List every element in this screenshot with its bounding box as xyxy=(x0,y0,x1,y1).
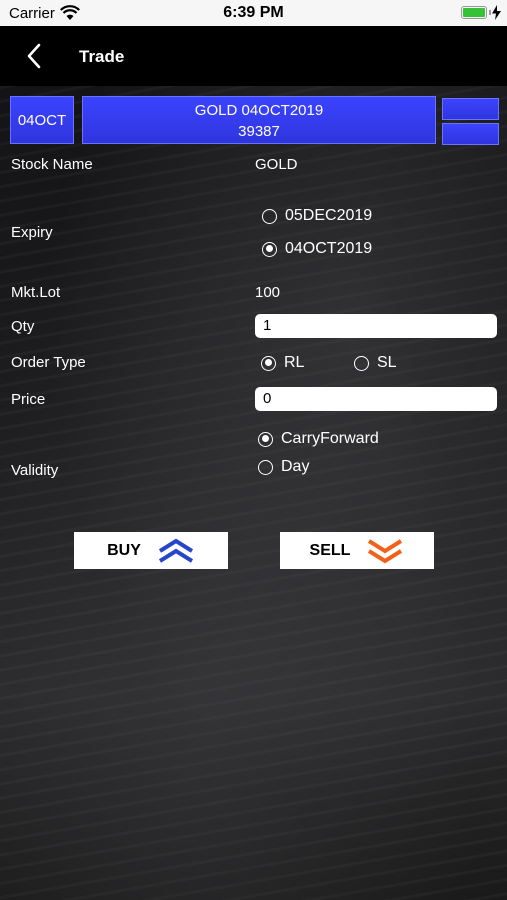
qty-value: 1 xyxy=(263,317,272,334)
order-type-option-rl[interactable]: RL xyxy=(261,354,304,372)
expiry-option-label: 05DEC2019 xyxy=(285,207,373,224)
radio-unselected-icon xyxy=(354,355,369,371)
expiry-option-04oct2019[interactable]: 04OCT2019 xyxy=(262,240,372,258)
mkt-lot-value: 100 xyxy=(255,284,281,301)
charging-icon xyxy=(492,5,501,20)
radio-selected-icon xyxy=(261,355,276,371)
battery-icon xyxy=(461,6,487,19)
radio-selected-icon xyxy=(262,241,277,257)
validity-option-label: Day xyxy=(281,458,310,475)
background-image xyxy=(0,86,507,900)
back-chevron-icon[interactable] xyxy=(22,41,46,71)
radio-unselected-icon xyxy=(258,459,273,475)
order-type-option-label: SL xyxy=(377,354,397,371)
sell-button[interactable]: SELL xyxy=(280,532,434,569)
price-label: Price xyxy=(11,391,46,408)
buy-label: BUY xyxy=(107,541,141,559)
order-type-label: Order Type xyxy=(11,354,86,371)
stock-name-value: GOLD xyxy=(255,156,298,173)
expiry-short-label: 04OCT xyxy=(17,111,67,129)
stock-name-label: Stock Name xyxy=(11,156,93,173)
navigation-bar: Trade xyxy=(0,26,507,86)
radio-selected-icon xyxy=(258,431,273,447)
expiry-option-05dec2019[interactable]: 05DEC2019 xyxy=(262,207,372,225)
battery-tip xyxy=(489,10,491,15)
validity-option-carryforward[interactable]: CarryForward xyxy=(258,430,379,448)
status-bar: Carrier 6:39 PM xyxy=(0,0,507,26)
status-time: 6:39 PM xyxy=(223,4,284,21)
radio-unselected-icon xyxy=(262,208,277,224)
validity-option-label: CarryForward xyxy=(281,430,379,447)
sell-label: SELL xyxy=(309,541,351,559)
symbol-name: GOLD 04OCT2019 xyxy=(194,102,324,119)
qty-label: Qty xyxy=(11,318,35,335)
buy-button[interactable]: BUY xyxy=(74,532,228,569)
symbol-quote-panel: GOLD 04OCT2019 39387 xyxy=(82,96,436,144)
side-button-top[interactable] xyxy=(442,98,499,120)
page-title: Trade xyxy=(79,47,125,66)
mkt-lot-label: Mkt.Lot xyxy=(11,284,61,301)
expiry-label: Expiry xyxy=(11,224,53,241)
validity-label: Validity xyxy=(11,462,59,479)
expiry-option-label: 04OCT2019 xyxy=(285,240,373,257)
order-type-option-sl[interactable]: SL xyxy=(354,354,397,372)
double-chevron-up-icon xyxy=(158,538,193,563)
qty-input[interactable]: 1 xyxy=(255,314,497,338)
symbol-price: 39387 xyxy=(238,123,280,140)
side-button-bottom[interactable] xyxy=(442,123,499,145)
double-chevron-down-icon xyxy=(368,538,403,563)
order-type-option-label: RL xyxy=(284,354,305,371)
expiry-short-button[interactable]: 04OCT xyxy=(10,96,74,144)
price-input[interactable]: 0 xyxy=(255,387,497,411)
price-value: 0 xyxy=(263,390,272,407)
validity-option-day[interactable]: Day xyxy=(258,458,309,476)
